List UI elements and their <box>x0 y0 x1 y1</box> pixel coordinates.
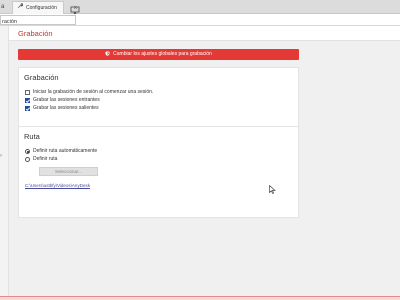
left-panel-edge[interactable]: › <box>0 26 9 300</box>
tab-bar: a Configuración × <box>0 0 400 15</box>
record-incoming-checkbox[interactable] <box>25 98 30 103</box>
mouse-pointer-icon <box>269 181 276 194</box>
start-recording-label: Iniciar la grabación de sesión al comenz… <box>33 89 154 95</box>
route-card: Ruta Definir ruta automáticamente Defini… <box>18 126 299 218</box>
tab-home[interactable]: a <box>0 0 12 14</box>
main-content: Grabación Cambiar los ajustes globales p… <box>9 26 400 296</box>
bottom-status-strip <box>0 296 400 300</box>
panel-handle-icon: › <box>0 153 2 159</box>
recording-path-link[interactable]: C:\Users\ustbfy\Videos\AnyDesk <box>25 183 90 188</box>
change-global-settings-label: Cambiar los ajustes globales para grabac… <box>113 51 212 57</box>
page-header: Grabación <box>9 26 400 41</box>
record-outgoing-label: Grabar las sesiones salientes <box>33 105 99 111</box>
route-title: Ruta <box>24 132 40 141</box>
define-route-label: Definir ruta <box>33 156 58 162</box>
auto-route-label: Definir ruta automáticamente <box>33 148 98 154</box>
address-input[interactable]: ración <box>0 15 76 25</box>
page-title: Grabación <box>18 29 53 38</box>
auto-route-radio[interactable] <box>25 149 30 154</box>
tab-configuracion[interactable]: Configuración × <box>12 1 78 14</box>
tab-home-label: a <box>1 4 5 10</box>
shield-icon <box>105 50 110 56</box>
select-folder-button[interactable]: Seleccionar... <box>39 167 98 176</box>
recording-title: Grabación <box>24 73 59 82</box>
define-route-radio[interactable] <box>25 157 30 162</box>
wrench-icon <box>17 3 24 14</box>
record-incoming-label: Grabar las sesiones entrantes <box>33 97 100 103</box>
tab-label: Configuración <box>26 5 57 11</box>
monitor-icon[interactable] <box>70 2 80 15</box>
address-bar: ración <box>0 14 400 26</box>
record-outgoing-checkbox[interactable] <box>25 106 30 111</box>
change-global-settings-button[interactable]: Cambiar los ajustes globales para grabac… <box>18 49 299 60</box>
start-recording-checkbox[interactable] <box>25 90 30 95</box>
